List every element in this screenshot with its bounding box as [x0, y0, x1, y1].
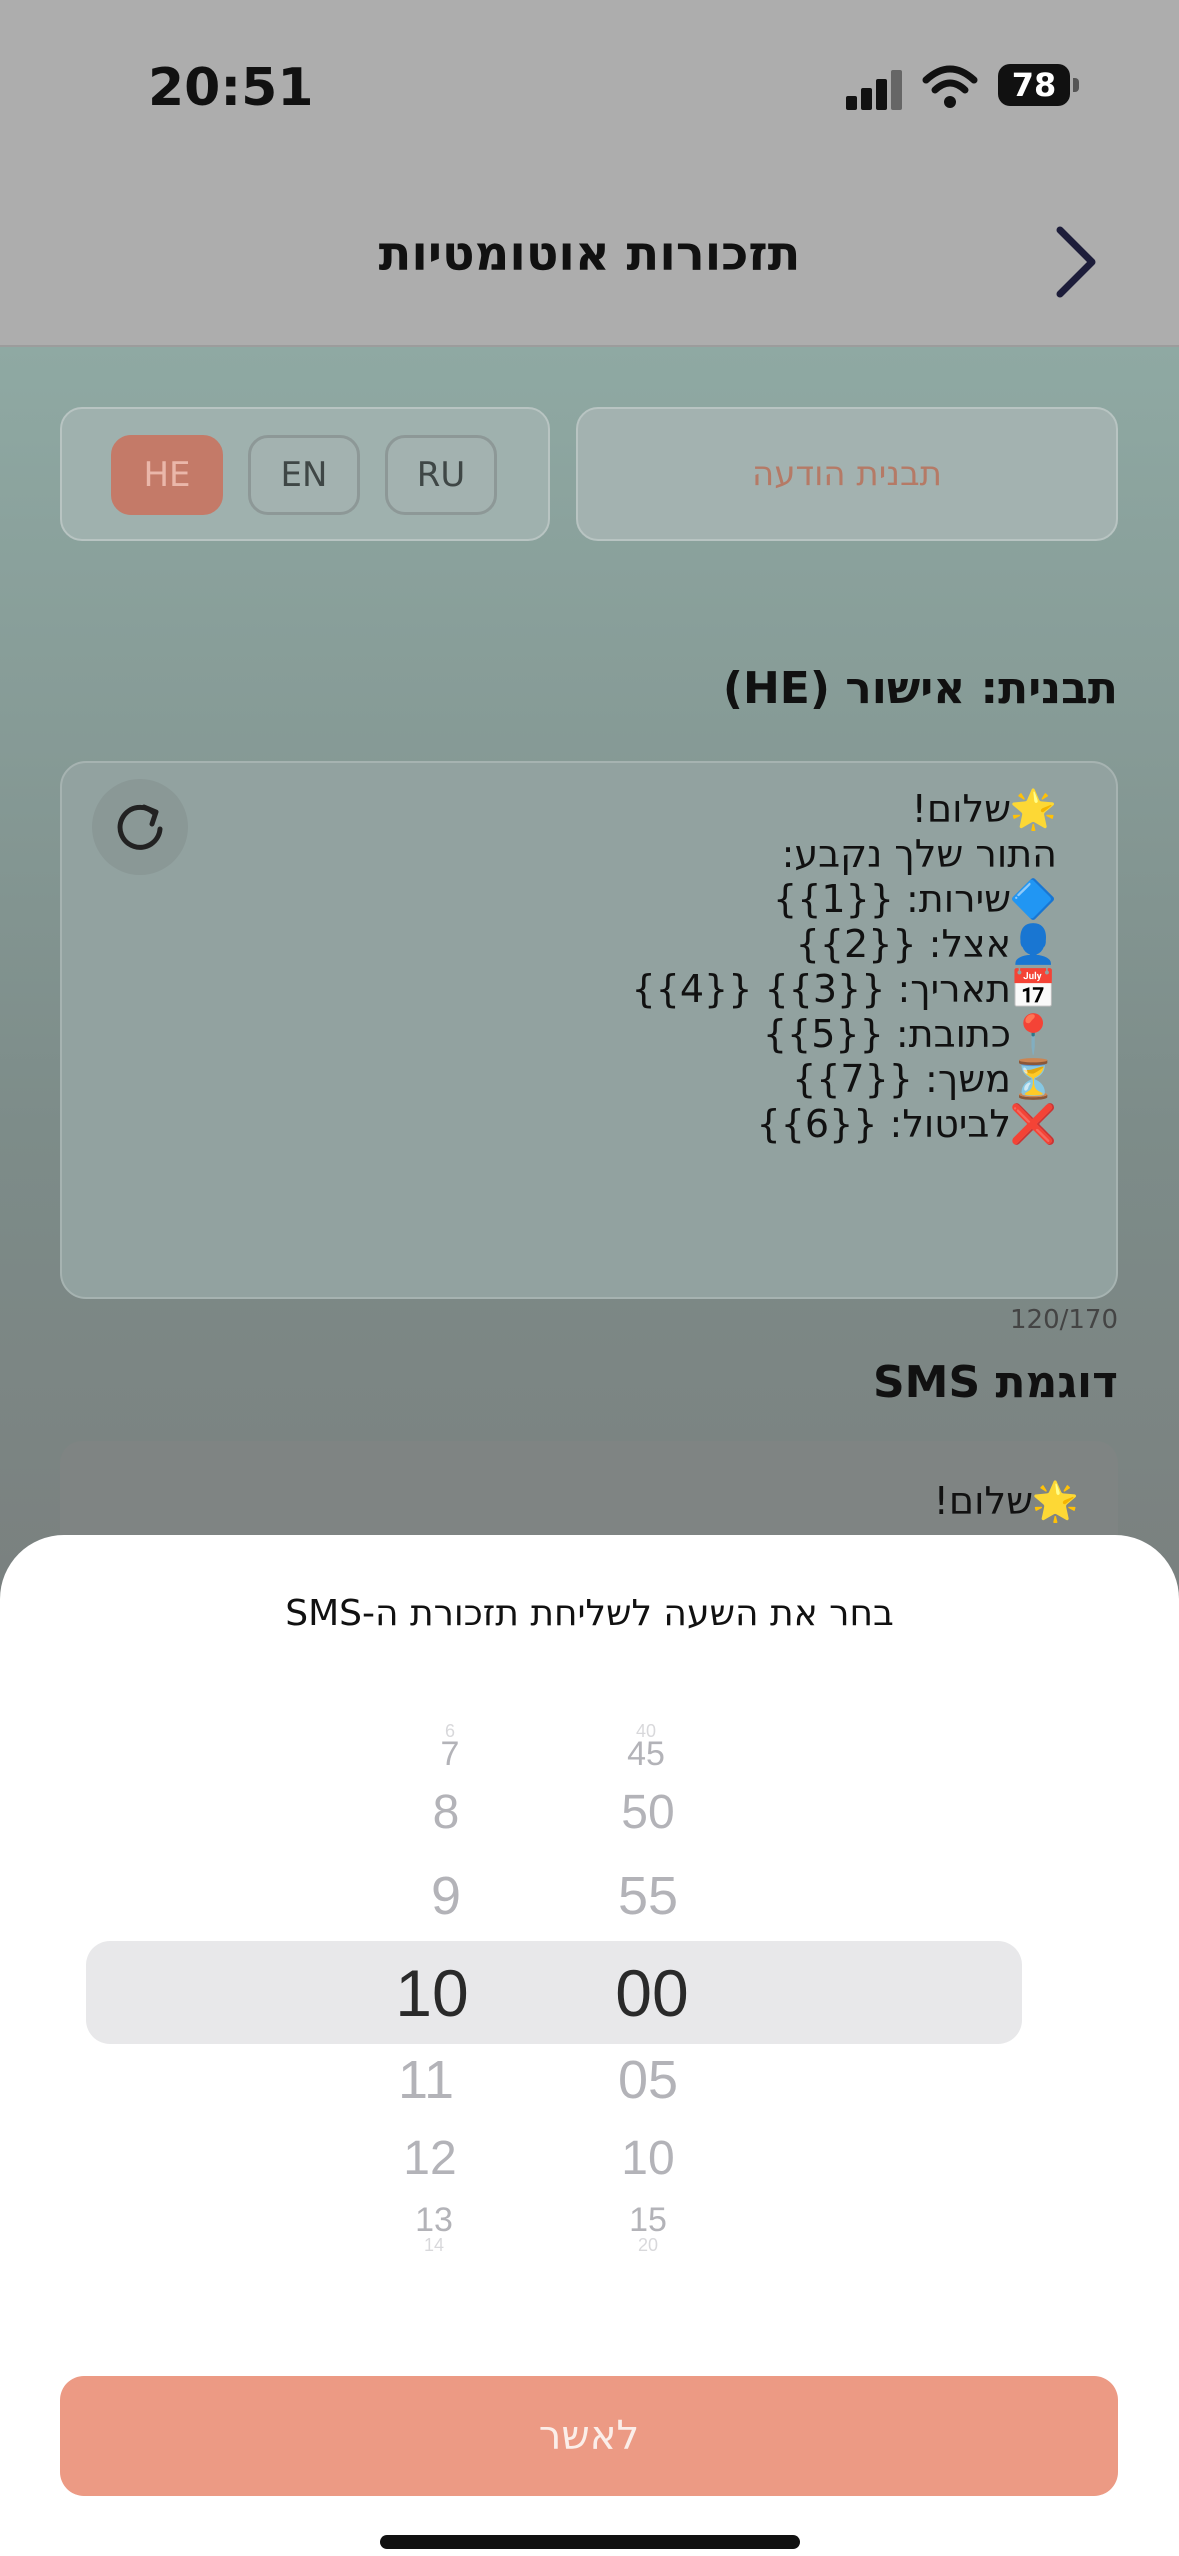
screen: 20:51 78 תזכורות אוטומטיות HE EN RU תבני… [0, 0, 1179, 2556]
refresh-button[interactable] [92, 779, 188, 875]
wifi-icon [922, 65, 978, 108]
lang-button-ru[interactable]: RU [385, 435, 497, 515]
sms-preview-title: דוגמת SMS [872, 1357, 1118, 1408]
lang-button-en[interactable]: EN [248, 435, 360, 515]
hour-option[interactable]: 14 [364, 2235, 504, 2256]
star-icon: 🌟 [1009, 787, 1057, 831]
minute-option[interactable]: 20 [578, 2235, 718, 2256]
message-line: 📍כתובת: {{5}} [762, 1012, 1057, 1056]
message-template-button[interactable]: תבנית הודעה [576, 407, 1118, 541]
minute-option[interactable]: 50 [578, 1785, 718, 1840]
hour-option[interactable]: 8 [376, 1785, 516, 1840]
sms-preview-text: 🌟שלום! [933, 1479, 1079, 1523]
signal-icon [846, 68, 906, 110]
message-line: 🔷שירות: {{1}} [773, 877, 1057, 921]
chevron-right-icon[interactable] [1046, 222, 1106, 302]
char-counter: 120/170 [1009, 1305, 1118, 1335]
home-indicator [380, 2535, 800, 2549]
minute-option[interactable]: 45 [576, 1735, 716, 1774]
person-icon: 👤 [1009, 922, 1057, 966]
language-selector: HE EN RU [60, 407, 550, 541]
hour-option[interactable]: 7 [380, 1735, 520, 1774]
pin-icon: 📍 [1009, 1012, 1057, 1056]
battery-nub [1073, 78, 1079, 92]
hour-option[interactable]: 11 [356, 2049, 496, 2111]
message-line: ❌לביטול: {{6}} [756, 1102, 1057, 1146]
minute-option[interactable]: 05 [578, 2049, 718, 2111]
template-section-title: תבנית: אישור (HE) [722, 663, 1118, 714]
message-line: התור שלך נקבע: [781, 832, 1057, 876]
sheet-title: בחר את השעה לשליחת תזכורת ה-SMS [285, 1593, 894, 1634]
diamond-icon: 🔷 [1009, 877, 1057, 921]
minute-option[interactable]: 10 [578, 2131, 718, 2186]
hour-option-selected[interactable]: 10 [362, 1955, 502, 2031]
page-title: תזכורות אוטומטיות [378, 226, 801, 282]
picker-selection-highlight [86, 1941, 1022, 2044]
status-time: 20:51 [148, 58, 314, 118]
message-line: 👤אצל: {{2}} [795, 922, 1057, 966]
calendar-icon: 📅 [1009, 967, 1057, 1011]
header: 20:51 78 תזכורות אוטומטיות [0, 0, 1179, 347]
minute-option[interactable]: 55 [578, 1865, 718, 1927]
template-message: 🌟שלום! התור שלך נקבע: 🔷שירות: {{1}} 👤אצל… [632, 787, 1058, 1147]
message-line: 📅תאריך: {{3}} {{4}} [631, 967, 1058, 1011]
message-line: 🌟שלום! [911, 787, 1057, 831]
time-picker-sheet: בחר את השעה לשליחת תזכורת ה-SMS 6 7 8 9 … [0, 1535, 1179, 2556]
cross-icon: ❌ [1009, 1102, 1057, 1146]
refresh-icon [117, 804, 163, 850]
battery-icon: 78 [998, 64, 1070, 106]
hour-option[interactable]: 9 [376, 1865, 516, 1927]
confirm-button[interactable]: לאשר [60, 2376, 1118, 2496]
lang-button-he[interactable]: HE [111, 435, 223, 515]
minute-option-selected[interactable]: 00 [582, 1955, 722, 2031]
hourglass-icon: ⏳ [1009, 1057, 1057, 1101]
message-line: ⏳משך: {{7}} [792, 1057, 1057, 1101]
hour-option[interactable]: 12 [360, 2131, 500, 2186]
main-content: HE EN RU תבנית הודעה תבנית: אישור (HE) 🌟… [0, 347, 1179, 1701]
star-icon: 🌟 [1031, 1479, 1079, 1523]
